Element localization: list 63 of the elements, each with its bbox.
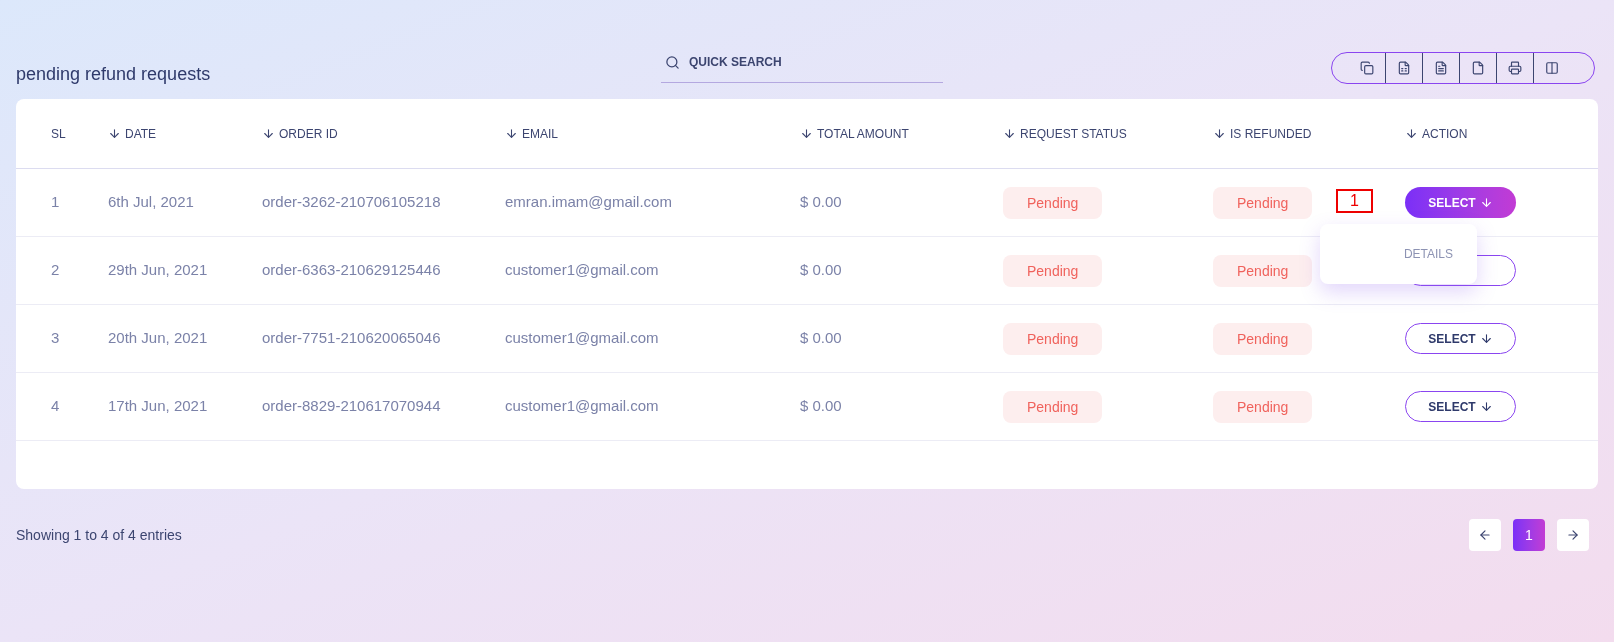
table-cell: emran.imam@gmail.com [505, 193, 672, 211]
table-cell: customer1@gmail.com [505, 261, 659, 279]
sort-arrow-icon[interactable] [108, 127, 121, 140]
page-button[interactable]: 1 [1513, 519, 1545, 551]
table-cell: customer1@gmail.com [505, 397, 659, 415]
table-cell: order-7751-210620065046 [262, 329, 441, 347]
page-title: pending refund requests [16, 63, 212, 86]
file-icon [1471, 61, 1485, 75]
table-cell: $ 0.00 [800, 193, 842, 211]
sort-arrow-icon[interactable] [1405, 127, 1418, 140]
table-cell: order-3262-210706105218 [262, 193, 441, 211]
annotation-marker: 1 [1336, 189, 1373, 213]
table-cell: 29th Jun, 2021 [108, 261, 208, 279]
table-cell: $ 0.00 [800, 329, 842, 347]
table-cell: 6th Jul, 2021 [108, 193, 194, 211]
table-cell: 20th Jun, 2021 [108, 329, 208, 347]
select-button[interactable]: SELECT [1405, 391, 1516, 422]
next-page-button[interactable] [1557, 519, 1589, 551]
table-cell: order-6363-210629125446 [262, 261, 441, 279]
refund-badge: Pending [1213, 254, 1313, 287]
status-badge: Pending [1003, 322, 1103, 355]
search-field[interactable]: QUICK SEARCH [661, 53, 943, 83]
sort-arrow-icon[interactable] [1003, 127, 1016, 140]
column-header[interactable]: ACTION [1422, 125, 1468, 142]
column-header[interactable]: SL [51, 125, 66, 142]
column-header[interactable]: EMAIL [522, 125, 558, 142]
sort-arrow-icon[interactable] [1213, 127, 1226, 140]
table-cell: customer1@gmail.com [505, 329, 659, 347]
table-cell: 17th Jun, 2021 [108, 397, 208, 415]
column-header[interactable]: IS REFUNDED [1230, 125, 1312, 142]
column-header[interactable]: TOTAL AMOUNT [817, 125, 909, 142]
status-badge: Pending [1003, 186, 1103, 219]
refund-badge: Pending [1213, 322, 1313, 355]
columns-icon [1545, 61, 1559, 75]
column-header[interactable]: REQUEST STATUS [1020, 125, 1127, 142]
arrow-icon [1479, 400, 1493, 413]
select-button[interactable]: SELECT [1405, 187, 1516, 218]
print-icon [1508, 61, 1522, 75]
document-icon [1434, 61, 1448, 75]
table-cell: 2 [51, 261, 60, 279]
status-badge: Pending [1003, 254, 1103, 287]
table-cell: $ 0.00 [800, 397, 842, 415]
column-header[interactable]: ORDER ID [279, 125, 338, 142]
table-cell: $ 0.00 [800, 261, 842, 279]
arrow-icon [1479, 332, 1493, 345]
table-cell: 3 [51, 329, 60, 347]
sort-arrow-icon[interactable] [262, 127, 275, 140]
table-cell: 1 [51, 193, 60, 211]
copy-icon [1359, 61, 1374, 75]
sort-arrow-icon[interactable] [505, 127, 518, 140]
status-badge: Pending [1003, 390, 1103, 423]
previous-page-button[interactable] [1469, 519, 1501, 551]
spreadsheet-icon [1397, 61, 1411, 75]
select-button[interactable]: SELECT [1405, 323, 1516, 354]
refund-badge: Pending [1213, 186, 1313, 219]
refund-badge: Pending [1213, 390, 1313, 423]
search-icon [665, 54, 680, 70]
table-cell: order-8829-210617070944 [262, 397, 441, 415]
entries-info: Showing 1 to 4 of 4 entries [16, 526, 182, 545]
sort-arrow-icon[interactable] [800, 127, 813, 140]
table-cell: 4 [51, 397, 60, 415]
arrow-icon [1479, 196, 1493, 209]
column-header[interactable]: DATE [125, 125, 157, 142]
